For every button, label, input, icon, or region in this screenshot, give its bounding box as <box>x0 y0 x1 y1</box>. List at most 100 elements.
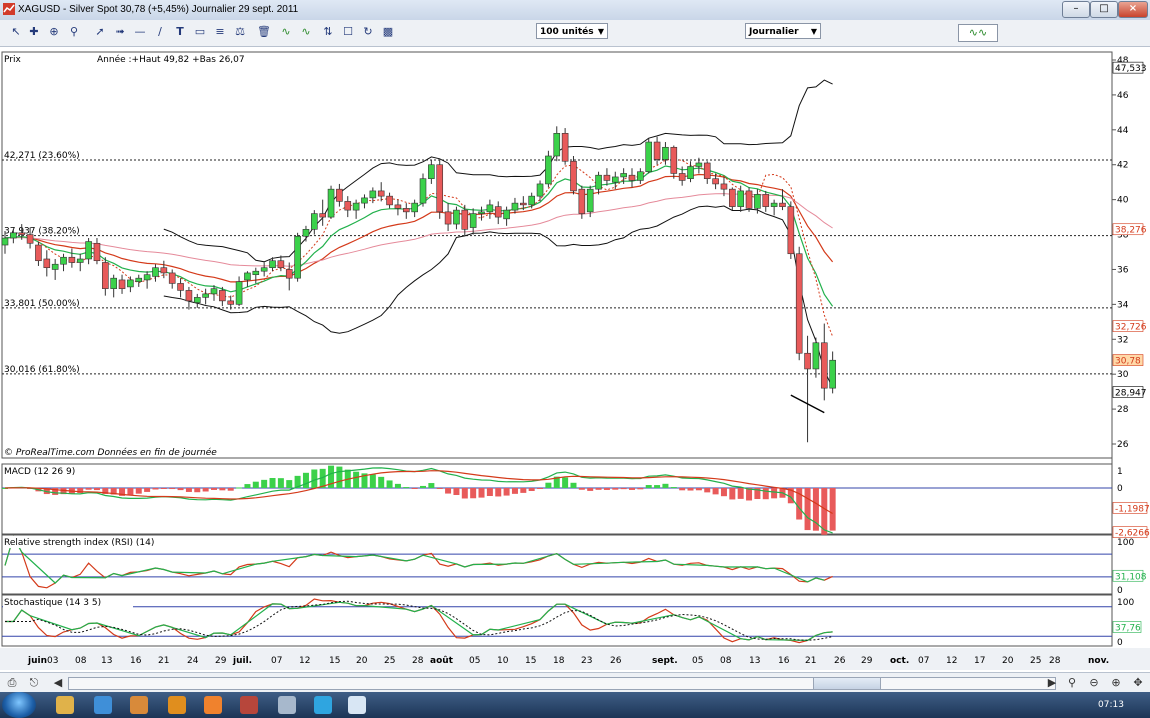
x-axis-label: 07 <box>918 656 929 666</box>
minimize-button[interactable]: – <box>1062 1 1090 18</box>
macd-histogram-bar <box>486 488 493 497</box>
rsi-y-tick: 0 <box>1117 586 1123 596</box>
horizontal-scrollbar[interactable] <box>68 677 1056 690</box>
pitchfork-icon[interactable]: ⚖ <box>232 24 248 40</box>
candle-body <box>469 213 477 228</box>
x-axis-label: oct. <box>890 656 909 666</box>
candle-body <box>729 188 736 207</box>
candle-body <box>687 166 694 179</box>
y-tick-label: 44 <box>1117 126 1129 136</box>
macd-histogram-bar <box>612 488 619 490</box>
candle-body <box>344 201 352 211</box>
scale-icon[interactable]: ⇅ <box>320 24 336 40</box>
candle-body <box>361 197 368 204</box>
zoom-in-bottom-icon[interactable]: ⊕ <box>1108 676 1124 690</box>
y-tick-label: 30 <box>1117 370 1129 380</box>
window-titlebar: XAGUSD - Silver Spot 30,78 (+5,45%) Jour… <box>0 0 1150 21</box>
indicator-icon[interactable]: ∿ <box>278 24 294 40</box>
candle-body <box>678 173 686 181</box>
ie-icon[interactable] <box>94 696 112 714</box>
candle-body <box>428 164 435 179</box>
fibonacci-level-label: 33,801 (50.00%) <box>4 299 80 309</box>
macd-histogram-bar <box>227 488 234 491</box>
text-tool-icon[interactable]: T <box>172 24 188 40</box>
macd-histogram-bar <box>453 488 460 496</box>
candle-body <box>453 209 460 225</box>
pointer-icon[interactable]: ↖ <box>8 24 24 40</box>
zoom-out-icon[interactable]: ⊖ <box>1086 676 1102 690</box>
fibonacci-level-label: 30,016 (61.80%) <box>4 365 80 375</box>
y-tick-label: 32 <box>1117 335 1128 345</box>
rectangle-tool-icon[interactable]: ▭ <box>192 24 208 40</box>
x-axis-label: 05 <box>469 656 480 666</box>
candle-body <box>227 300 235 305</box>
macd-histogram-bar <box>302 472 309 488</box>
macd-histogram-bar <box>704 488 711 493</box>
scroll-right-icon[interactable]: ▶ <box>1044 676 1060 690</box>
candle-body <box>737 190 744 207</box>
candle-body <box>553 133 561 157</box>
crosshair-icon[interactable]: ✚ <box>26 24 42 40</box>
candle-body <box>143 274 151 281</box>
media-icon[interactable] <box>130 696 148 714</box>
close-button[interactable]: × <box>1118 1 1148 18</box>
x-axis-label: 17 <box>974 656 985 666</box>
scrollbar-thumb[interactable] <box>813 678 881 689</box>
chart-area[interactable]: 26283032343638404244464842,271 (23.60%)3… <box>0 46 1150 672</box>
macd-histogram-bar <box>495 488 502 497</box>
candle-body <box>703 162 711 179</box>
printer-icon[interactable]: ⎋ <box>26 676 42 690</box>
period-select[interactable]: Journalier ▼ <box>745 23 821 39</box>
layout-icon[interactable]: ▩ <box>380 24 396 40</box>
indicator2-icon[interactable]: ∿ <box>298 24 314 40</box>
candle-body <box>478 211 485 214</box>
app1-icon[interactable] <box>240 696 258 714</box>
skype-icon[interactable] <box>314 696 332 714</box>
trendline-icon[interactable]: ➚ <box>92 24 108 40</box>
y-tick-label: 40 <box>1117 196 1129 206</box>
candle-body <box>620 173 627 178</box>
x-axis-label: 18 <box>553 656 565 666</box>
fibonacci-icon[interactable]: ≡ <box>212 24 228 40</box>
macd-y-tick: 1 <box>1117 467 1123 477</box>
app-icon <box>3 3 15 15</box>
candle-body <box>185 290 193 302</box>
zoom-in-icon[interactable]: ⊕ <box>46 24 62 40</box>
candle-body <box>486 204 494 213</box>
macd-histogram-bar <box>135 488 142 494</box>
stochastic-panel-title: Stochastique (14 3 5) <box>4 598 101 608</box>
alert-icon[interactable]: ☐ <box>340 24 356 40</box>
macd-histogram-bar <box>537 488 544 489</box>
maximize-button[interactable]: □ <box>1090 1 1118 18</box>
chart-zoom-icon[interactable]: ⚲ <box>1064 676 1080 690</box>
candle-body <box>754 194 761 209</box>
prorealtime-icon[interactable] <box>348 696 366 714</box>
macd-histogram-bar <box>804 488 811 531</box>
candle-body <box>779 202 786 207</box>
candle-body <box>402 208 410 213</box>
macd-histogram-bar <box>670 487 677 489</box>
scroll-left-icon[interactable]: ◀ <box>50 676 66 690</box>
start-button[interactable] <box>2 692 36 718</box>
chart-style-icon[interactable]: ∿∿ <box>958 24 998 42</box>
macd-histogram-bar <box>470 488 477 499</box>
macd-histogram-bar <box>369 474 376 488</box>
candle-body <box>595 174 602 190</box>
channel-icon[interactable]: ∕ <box>152 24 168 40</box>
player-icon[interactable] <box>168 696 186 714</box>
print-icon[interactable]: ⎙ <box>4 676 20 690</box>
zoom-icon[interactable]: ⚲ <box>66 24 82 40</box>
link-icon[interactable]: ↻ <box>360 24 376 40</box>
units-select[interactable]: 100 unités ▼ <box>536 23 608 39</box>
candle-body <box>745 190 753 209</box>
app2-icon[interactable] <box>278 696 296 714</box>
move-icon[interactable]: ✥ <box>1130 676 1146 690</box>
explorer-icon[interactable] <box>56 696 74 714</box>
ray-line-icon[interactable]: ➟ <box>112 24 128 40</box>
candle-body <box>762 194 770 207</box>
horizontal-line-icon[interactable]: — <box>132 24 148 40</box>
delete-icon[interactable]: 🗑 <box>256 24 272 40</box>
macd-histogram-bar <box>286 480 293 488</box>
price-tag-label: 47,533 <box>1115 64 1147 74</box>
vlc-icon[interactable] <box>204 696 222 714</box>
